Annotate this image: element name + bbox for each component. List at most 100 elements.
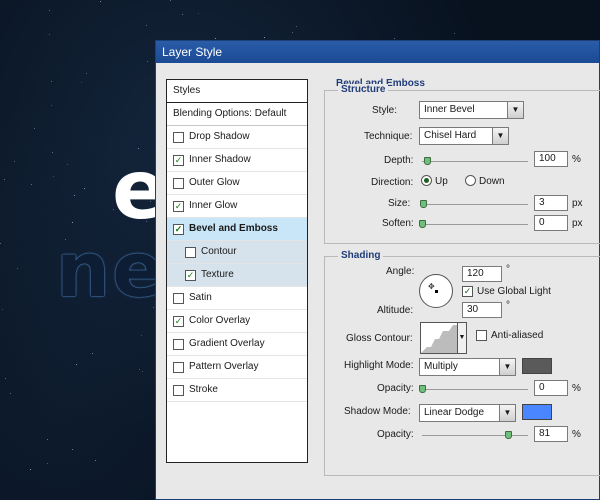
shadow-opacity-field[interactable]: 81 (534, 426, 568, 442)
style-item-label: Pattern Overlay (189, 361, 259, 372)
style-item-bevel-and-emboss[interactable]: ✓ Bevel and Emboss (167, 218, 307, 241)
style-value: Inner Bevel (424, 104, 475, 115)
style-checkbox[interactable] (173, 292, 184, 304)
size-label: Size: (388, 198, 411, 209)
soften-field[interactable]: 0 (534, 215, 568, 231)
altitude-field[interactable]: 30 (462, 302, 502, 318)
technique-select[interactable]: Chisel Hard ▼ (419, 127, 509, 145)
chevron-down-icon: ▼ (507, 102, 523, 118)
star (17, 268, 18, 269)
style-checkbox[interactable]: ✓ (173, 200, 184, 212)
style-checkbox[interactable] (173, 384, 184, 396)
soften-unit: px (572, 218, 583, 229)
highlight-mode-select[interactable]: Multiply ▼ (419, 358, 516, 376)
style-checkbox[interactable] (173, 361, 184, 373)
global-light-label[interactable]: Use Global Light (477, 286, 551, 297)
styles-header[interactable]: Styles (167, 80, 307, 103)
dialog-titlebar[interactable]: Layer Style (156, 41, 599, 63)
global-light-checkbox[interactable]: ✓ (462, 286, 473, 297)
highlight-opacity-label: Opacity: (377, 383, 414, 394)
gloss-contour-preview[interactable] (420, 322, 458, 354)
style-checkbox[interactable] (173, 338, 184, 350)
style-select[interactable]: Inner Bevel ▼ (419, 101, 524, 119)
highlight-color-swatch[interactable] (522, 358, 552, 374)
star (0, 243, 1, 244)
style-item-inner-glow[interactable]: ✓ Inner Glow (167, 195, 307, 218)
soften-slider-track[interactable] (422, 224, 528, 225)
style-checkbox[interactable]: ✓ (173, 315, 184, 327)
style-item-label: Gradient Overlay (189, 338, 265, 349)
direction-down-radio[interactable] (465, 175, 476, 186)
canvas-text-bottom: ne (56, 225, 166, 314)
size-field[interactable]: 3 (534, 195, 568, 211)
angle-dial[interactable]: ✥ (419, 274, 453, 308)
shading-title: Shading (338, 250, 384, 261)
star (30, 469, 31, 470)
style-item-outer-glow[interactable]: Outer Glow (167, 172, 307, 195)
star (146, 25, 147, 26)
star (14, 161, 15, 162)
style-item-label: Bevel and Emboss (189, 223, 278, 234)
highlight-opacity-track[interactable] (422, 389, 528, 390)
star (4, 179, 5, 180)
depth-slider-track[interactable] (422, 161, 528, 162)
soften-slider-thumb[interactable] (419, 220, 426, 228)
size-slider-track[interactable] (422, 204, 528, 205)
style-item-satin[interactable]: Satin (167, 287, 307, 310)
style-item-texture[interactable]: ✓ Texture (167, 264, 307, 287)
altitude-unit: ° (506, 300, 510, 311)
style-item-label: Texture (201, 269, 234, 280)
dialog-body: Styles Blending Options: Default Drop Sh… (156, 63, 600, 499)
shadow-opacity-thumb[interactable] (504, 431, 512, 439)
star (100, 1, 101, 2)
star (5, 378, 6, 379)
style-checkbox[interactable] (173, 177, 184, 189)
shadow-mode-select[interactable]: Linear Dodge ▼ (419, 404, 516, 422)
style-item-drop-shadow[interactable]: Drop Shadow (167, 126, 307, 149)
direction-down-label[interactable]: Down (479, 176, 505, 187)
chevron-down-icon: ▼ (499, 359, 515, 375)
style-item-color-overlay[interactable]: ✓ Color Overlay (167, 310, 307, 333)
structure-title: Structure (338, 84, 389, 95)
style-item-label: Outer Glow (189, 177, 240, 188)
star (84, 188, 85, 189)
style-item-stroke[interactable]: Stroke (167, 379, 307, 402)
anti-aliased-checkbox[interactable] (476, 330, 487, 341)
star (95, 460, 96, 461)
star (52, 152, 53, 153)
direction-up-radio[interactable] (421, 175, 432, 186)
star (72, 222, 73, 223)
style-item-contour[interactable]: Contour (167, 241, 307, 264)
technique-value: Chisel Hard (424, 130, 477, 141)
star (47, 463, 48, 464)
depth-field[interactable]: 100 (534, 151, 568, 167)
style-checkbox[interactable]: ✓ (173, 154, 184, 166)
style-checkbox[interactable]: ✓ (173, 223, 184, 235)
star (170, 0, 171, 1)
style-item-inner-shadow[interactable]: ✓ Inner Shadow (167, 149, 307, 172)
style-item-label: Inner Glow (189, 200, 238, 211)
style-item-pattern-overlay[interactable]: Pattern Overlay (167, 356, 307, 379)
depth-slider-thumb[interactable] (424, 157, 432, 165)
style-item-gradient-overlay[interactable]: Gradient Overlay (167, 333, 307, 356)
angle-field[interactable]: 120 (462, 266, 502, 282)
gloss-contour-dropdown[interactable]: ▼ (458, 322, 467, 354)
star (454, 33, 455, 34)
style-checkbox[interactable]: ✓ (185, 269, 196, 281)
highlight-opacity-thumb[interactable] (419, 385, 426, 393)
style-checkbox[interactable] (185, 246, 196, 258)
size-slider-thumb[interactable] (420, 200, 428, 208)
style-checkbox[interactable] (173, 131, 184, 143)
altitude-label: Altitude: (377, 305, 414, 316)
star (394, 38, 395, 39)
shadow-color-swatch[interactable] (522, 404, 552, 420)
highlight-opacity-field[interactable]: 0 (534, 380, 568, 396)
style-item-label: Color Overlay (189, 315, 251, 326)
shadow-opacity-track[interactable] (422, 435, 528, 436)
blending-options-item[interactable]: Blending Options: Default (167, 103, 307, 126)
direction-label: Direction: (371, 177, 414, 188)
anti-aliased-label[interactable]: Anti-aliased (491, 330, 543, 341)
depth-label: Depth: (384, 155, 414, 166)
direction-up-label[interactable]: Up (435, 176, 448, 187)
bevel-emboss-settings: Bevel and Emboss Structure Style: Inner … (324, 73, 600, 483)
